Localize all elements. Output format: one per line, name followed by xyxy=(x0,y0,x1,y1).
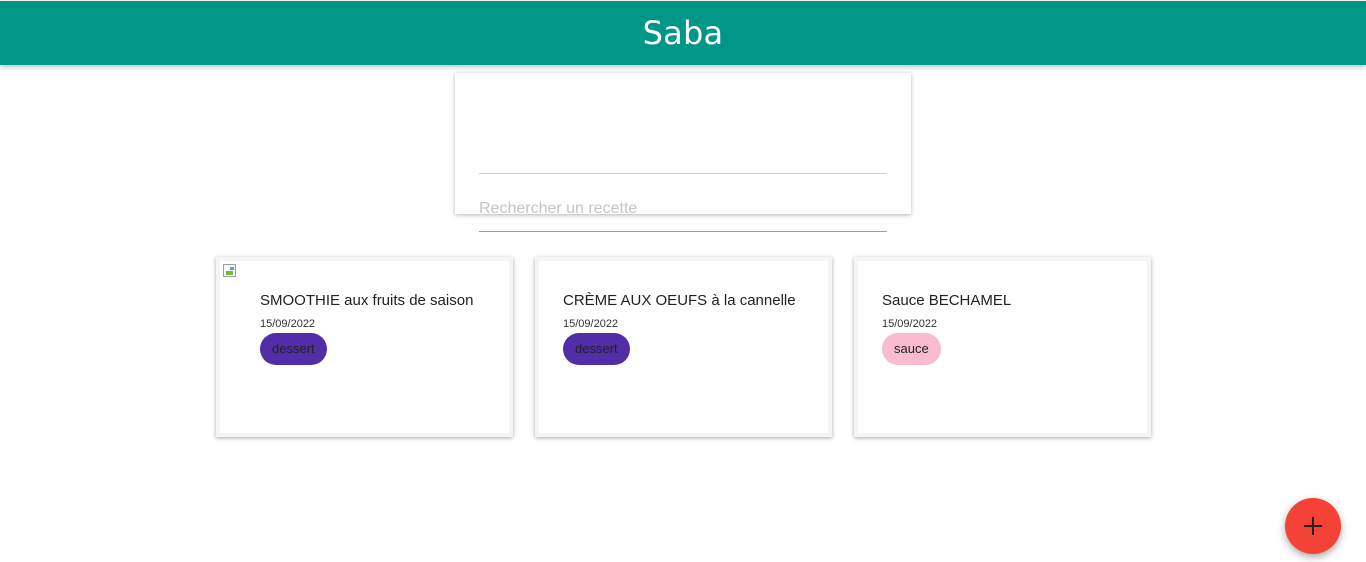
recipe-title: CRÈME AUX OEUFS à la cannelle xyxy=(563,292,796,309)
recipe-tag[interactable]: dessert xyxy=(260,333,327,365)
recipe-tag[interactable]: sauce xyxy=(882,333,941,365)
recipe-date: 15/09/2022 xyxy=(260,318,316,330)
recipe-card[interactable]: Sauce BECHAMEL 15/09/2022 sauce xyxy=(854,257,1151,437)
recipe-card[interactable]: CRÈME AUX OEUFS à la cannelle 15/09/2022… xyxy=(535,257,832,437)
recipe-date: 15/09/2022 xyxy=(882,318,938,330)
search-card xyxy=(455,73,911,232)
recipe-tag[interactable]: dessert xyxy=(563,333,630,365)
recipe-card[interactable]: SMOOTHIE aux fruits de saison 15/09/2022… xyxy=(216,257,513,437)
recipe-date: 15/09/2022 xyxy=(563,318,619,330)
app-title: Saba xyxy=(642,14,724,52)
app-header: Saba xyxy=(0,1,1366,65)
search-input[interactable] xyxy=(479,187,887,232)
search-divider xyxy=(479,173,887,174)
plus-icon xyxy=(1304,517,1322,535)
add-recipe-button[interactable] xyxy=(1285,498,1341,554)
recipe-image xyxy=(222,263,238,279)
recipe-title: SMOOTHIE aux fruits de saison xyxy=(260,292,474,309)
recipe-title: Sauce BECHAMEL xyxy=(882,292,1012,309)
